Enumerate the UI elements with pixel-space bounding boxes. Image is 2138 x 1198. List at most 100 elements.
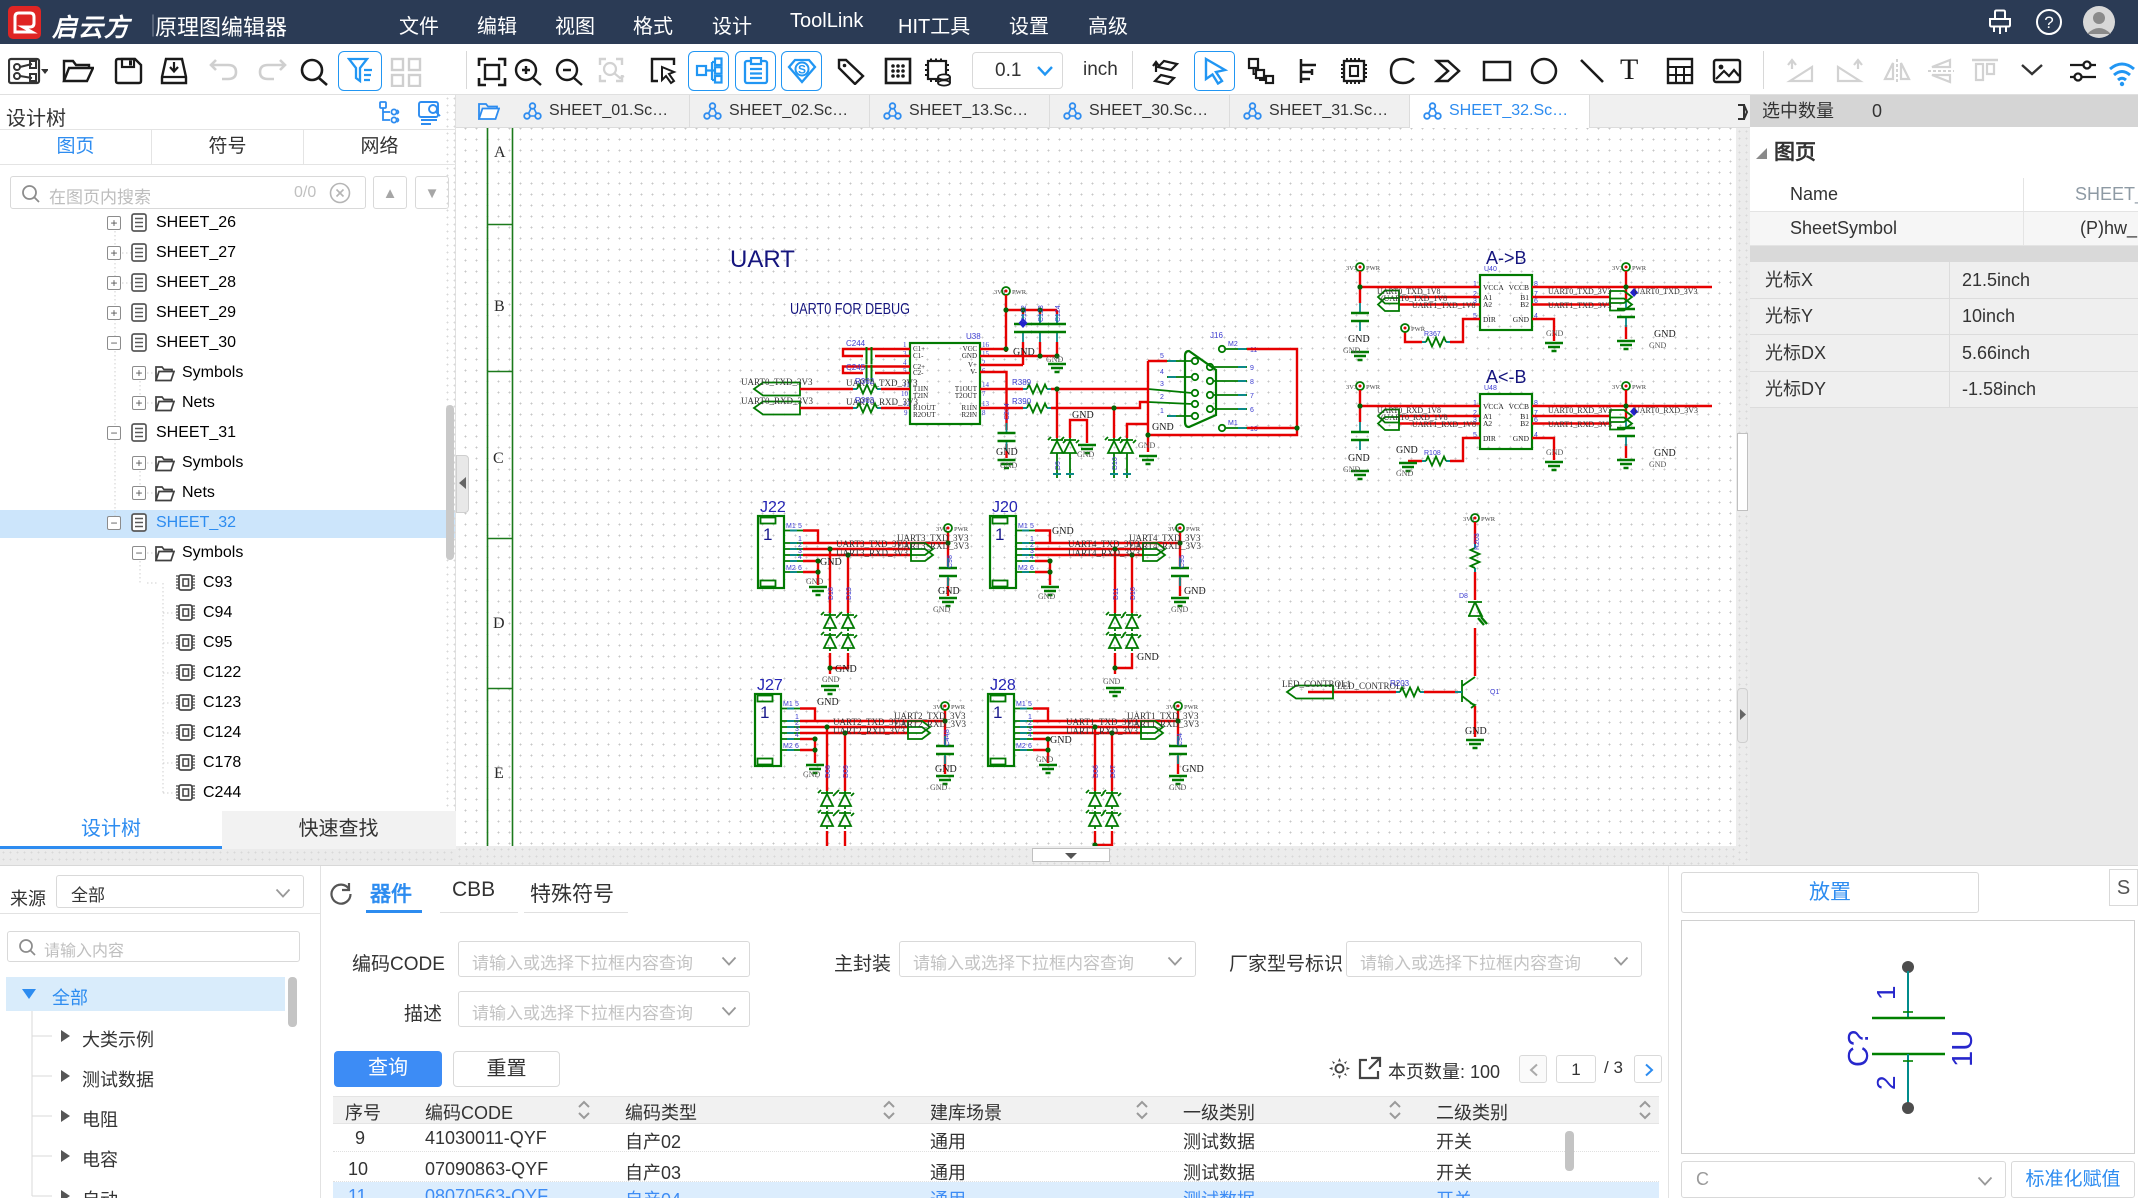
svg-text:GND: GND — [1546, 448, 1564, 457]
svg-text:C95: C95 — [1179, 555, 1186, 568]
svg-text:DIR: DIR — [1483, 434, 1496, 443]
svg-text:GND: GND — [820, 557, 842, 568]
svg-text:D19: D19 — [846, 587, 853, 600]
svg-text:C448: C448 — [944, 729, 951, 746]
svg-text:?: ? — [2044, 13, 2053, 32]
svg-text:3V3: 3V3 — [1346, 265, 1357, 272]
svg-text:3V3: 3V3 — [1612, 384, 1623, 391]
svg-text:R367: R367 — [1424, 331, 1441, 338]
svg-text:3: 3 — [1160, 381, 1164, 388]
svg-text:U38: U38 — [966, 332, 981, 341]
svg-text:C1-: C1- — [913, 352, 924, 360]
svg-text:GND: GND — [1654, 329, 1676, 340]
svg-text:J20: J20 — [992, 499, 1018, 516]
svg-text:D07: D07 — [1110, 765, 1117, 778]
svg-text:UART: UART — [730, 246, 795, 273]
svg-text:GND: GND — [1050, 735, 1072, 746]
svg-text:Q1: Q1 — [1490, 689, 1499, 696]
svg-text:A<-B: A<-B — [1486, 367, 1527, 387]
svg-text:GND: GND — [1013, 347, 1035, 358]
svg-text:VCCA: VCCA — [1483, 402, 1504, 411]
svg-text:UART1_RXD_3V3: UART1_RXD_3V3 — [1127, 719, 1199, 729]
svg-text:UART1_RXD_1V8: UART1_RXD_1V8 — [1412, 420, 1476, 429]
svg-text:D18: D18 — [828, 587, 835, 600]
svg-text:3V3: 3V3 — [933, 704, 944, 711]
svg-text:UART0 FOR DEBUG: UART0 FOR DEBUG — [790, 301, 910, 318]
svg-text:B2: B2 — [1520, 419, 1529, 428]
svg-text:E: E — [494, 765, 504, 782]
svg-text:U48: U48 — [1484, 385, 1497, 392]
svg-text:GND: GND — [1546, 329, 1564, 338]
svg-text:PWR: PWR — [954, 526, 969, 533]
svg-text:GND: GND — [1348, 334, 1370, 345]
svg-text:PWR: PWR — [1481, 516, 1496, 523]
svg-text:3V3: 3V3 — [1463, 516, 1474, 523]
svg-text:PWR: PWR — [1366, 265, 1381, 272]
svg-text:S: S — [798, 63, 806, 77]
svg-text:R203: R203 — [1390, 679, 1410, 688]
svg-text:D16: D16 — [1130, 587, 1137, 600]
svg-text:UART1_RXD_3V3: UART1_RXD_3V3 — [1548, 420, 1612, 429]
svg-text:4: 4 — [1160, 369, 1164, 376]
svg-text:GND: GND — [1184, 586, 1206, 597]
svg-text:UART1_TXD_3V3: UART1_TXD_3V3 — [1548, 301, 1612, 310]
svg-text:R390: R390 — [1012, 397, 1032, 406]
svg-text:C2-: C2- — [913, 369, 924, 377]
svg-text:C98: C98 — [947, 555, 954, 568]
svg-text:UART0_RXD_3V3: UART0_RXD_3V3 — [741, 396, 813, 406]
svg-text:D: D — [493, 615, 505, 632]
svg-text:R2IN: R2IN — [961, 411, 977, 419]
svg-text:2: 2 — [1160, 394, 1164, 401]
svg-text:U40: U40 — [1484, 266, 1497, 273]
svg-text:GND: GND — [1343, 465, 1361, 474]
svg-text:PWR: PWR — [1366, 384, 1381, 391]
svg-text:J16: J16 — [1210, 331, 1223, 340]
svg-text:D9: D9 — [1055, 461, 1062, 470]
svg-text:UART2_RXD_3V3: UART2_RXD_3V3 — [894, 719, 966, 729]
svg-text:5: 5 — [1160, 353, 1164, 360]
svg-text:A: A — [494, 144, 506, 161]
svg-text:GND: GND — [1513, 315, 1530, 324]
svg-text:3V3: 3V3 — [936, 526, 947, 533]
svg-text:J27: J27 — [757, 677, 783, 694]
svg-text:GND: GND — [817, 697, 839, 708]
svg-text:3V3: 3V3 — [1612, 265, 1623, 272]
svg-text:UART4_RXD_3V3: UART4_RXD_3V3 — [1129, 541, 1201, 551]
svg-text:D06: D06 — [1093, 765, 1100, 778]
svg-text:GND: GND — [933, 605, 951, 614]
svg-text:3V3: 3V3 — [1168, 526, 1179, 533]
svg-text:1: 1 — [1871, 986, 1901, 1000]
svg-text:GND: GND — [1138, 441, 1156, 450]
svg-text:M1: M1 — [1228, 420, 1238, 427]
svg-text:GND: GND — [996, 447, 1018, 458]
svg-text:C122: C122 — [1021, 305, 1028, 322]
svg-text:GND: GND — [1182, 764, 1204, 775]
svg-text:VCCA: VCCA — [1483, 283, 1504, 292]
svg-text:C94: C94 — [1177, 733, 1184, 746]
svg-text:A->B: A->B — [1486, 248, 1527, 268]
svg-text:B: B — [494, 298, 505, 315]
svg-text:7: 7 — [982, 390, 986, 398]
svg-text:GND: GND — [1000, 461, 1018, 470]
svg-text:GND: GND — [1038, 592, 1056, 601]
svg-text:GND: GND — [1171, 605, 1189, 614]
svg-text:PWR: PWR — [1632, 265, 1647, 272]
svg-text:GND: GND — [1052, 526, 1074, 537]
svg-text:A2: A2 — [1483, 300, 1492, 309]
svg-text:GND: GND — [935, 764, 957, 775]
svg-text:B2: B2 — [1520, 300, 1529, 309]
svg-text:1: 1 — [1160, 408, 1164, 415]
svg-text:D10: D10 — [1112, 457, 1119, 470]
svg-text:D08: D08 — [825, 765, 832, 778]
svg-text:GND: GND — [803, 770, 821, 779]
svg-text:R203: R203 — [1474, 533, 1481, 550]
svg-text:VCCB: VCCB — [1509, 402, 1529, 411]
svg-text:VCCB: VCCB — [1509, 283, 1529, 292]
svg-text:GND: GND — [930, 783, 948, 792]
svg-text:D11: D11 — [1113, 588, 1120, 600]
svg-text:UART0_TXD_3V3: UART0_TXD_3V3 — [741, 377, 813, 387]
svg-text:3V3: 3V3 — [994, 289, 1005, 296]
svg-text:C244: C244 — [846, 339, 866, 348]
svg-text:UART0_TXD_3V3: UART0_TXD_3V3 — [1548, 287, 1612, 296]
svg-text:GND: GND — [938, 586, 960, 597]
